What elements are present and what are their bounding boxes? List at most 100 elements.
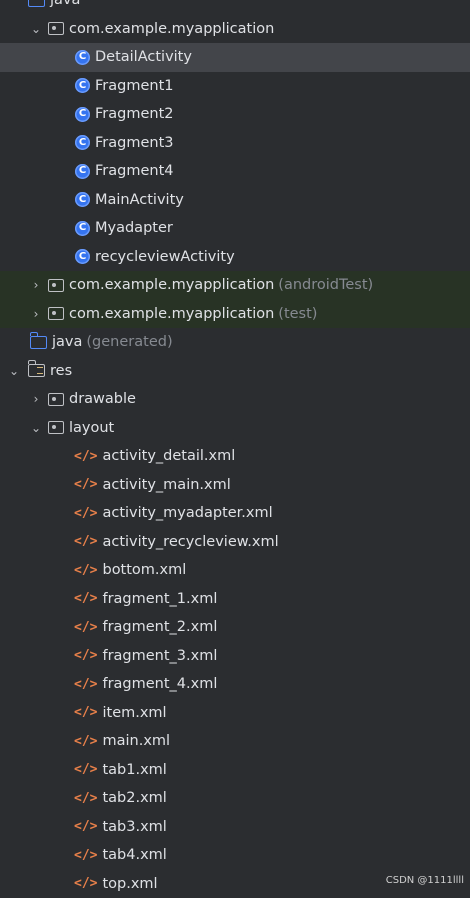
tree-node-label: Fragment2 bbox=[95, 106, 173, 122]
xml-file-icon: </> bbox=[74, 534, 97, 549]
class-icon: C bbox=[75, 107, 90, 122]
tree-node-class[interactable]: C Myadapter bbox=[0, 214, 470, 243]
class-icon: C bbox=[75, 249, 90, 264]
class-icon: C bbox=[75, 78, 90, 93]
tree-node-label: drawable bbox=[69, 391, 136, 407]
tree-node-package-androidtest[interactable]: › com.example.myapplication (androidTest… bbox=[0, 271, 470, 300]
watermark: CSDN @1111llll bbox=[386, 875, 464, 886]
chevron-down-icon[interactable]: ⌄ bbox=[28, 421, 44, 435]
tree-node-label: java bbox=[52, 334, 82, 350]
xml-file-icon: </> bbox=[74, 677, 97, 692]
chevron-right-icon[interactable]: › bbox=[28, 392, 44, 406]
tree-node-label: DetailActivity bbox=[95, 49, 192, 65]
tree-node-java-generated[interactable]: java (generated) bbox=[0, 328, 470, 357]
tree-node-label: res bbox=[50, 363, 72, 379]
chevron-down-icon[interactable]: ⌄ bbox=[28, 22, 44, 36]
tree-node-drawable[interactable]: › drawable bbox=[0, 385, 470, 414]
xml-file-icon: </> bbox=[74, 648, 97, 663]
tree-node-label: activity_main.xml bbox=[102, 477, 230, 493]
source-folder-icon bbox=[28, 0, 45, 7]
tree-node-class[interactable]: C DetailActivity bbox=[0, 43, 470, 72]
tree-node-xml-file[interactable]: </> bottom.xml bbox=[0, 556, 470, 585]
xml-file-icon: </> bbox=[74, 734, 97, 749]
tree-node-xml-file[interactable]: </> activity_recycleview.xml bbox=[0, 528, 470, 557]
xml-file-icon: </> bbox=[74, 791, 97, 806]
xml-file-icon: </> bbox=[74, 705, 97, 720]
chevron-down-icon[interactable]: ⌄ bbox=[6, 364, 22, 378]
package-icon bbox=[48, 22, 64, 35]
tree-node-label: layout bbox=[69, 420, 114, 436]
tree-node-hint: (test) bbox=[278, 306, 317, 322]
tree-node-label: activity_detail.xml bbox=[102, 448, 235, 464]
tree-node-class[interactable]: C Fragment4 bbox=[0, 157, 470, 186]
xml-file-icon: </> bbox=[74, 563, 97, 578]
tree-node-label: Myadapter bbox=[95, 220, 173, 236]
tree-node-package-test[interactable]: › com.example.myapplication (test) bbox=[0, 300, 470, 329]
tree-node-label: item.xml bbox=[102, 705, 166, 721]
project-tree: java ⌄ com.example.myapplication C Detai… bbox=[0, 0, 470, 898]
tree-node-xml-file[interactable]: </> fragment_2.xml bbox=[0, 613, 470, 642]
tree-node-layout[interactable]: ⌄ layout bbox=[0, 414, 470, 443]
tree-node-xml-file[interactable]: </> tab1.xml bbox=[0, 756, 470, 785]
tree-node-xml-file[interactable]: </> fragment_1.xml bbox=[0, 585, 470, 614]
tree-node-java[interactable]: java bbox=[0, 0, 470, 15]
package-icon bbox=[48, 279, 64, 292]
xml-file-icon: </> bbox=[74, 477, 97, 492]
tree-node-label: Fragment4 bbox=[95, 163, 173, 179]
tree-node-class[interactable]: C Fragment1 bbox=[0, 72, 470, 101]
tree-node-label: tab4.xml bbox=[102, 847, 166, 863]
tree-node-class[interactable]: C MainActivity bbox=[0, 186, 470, 215]
tree-node-xml-file[interactable]: </> activity_main.xml bbox=[0, 471, 470, 500]
tree-node-label: recycleviewActivity bbox=[95, 249, 235, 265]
xml-file-icon: </> bbox=[74, 591, 97, 606]
tree-node-label: com.example.myapplication bbox=[69, 21, 274, 37]
generated-folder-icon bbox=[30, 336, 47, 349]
tree-node-hint: (generated) bbox=[86, 334, 172, 350]
tree-node-label: fragment_3.xml bbox=[102, 648, 217, 664]
tree-node-label: tab2.xml bbox=[102, 790, 166, 806]
tree-node-label: com.example.myapplication bbox=[69, 277, 274, 293]
tree-node-xml-file[interactable]: </> item.xml bbox=[0, 699, 470, 728]
tree-node-label: top.xml bbox=[102, 876, 157, 892]
tree-node-label: bottom.xml bbox=[102, 562, 186, 578]
resource-folder-icon bbox=[28, 364, 45, 377]
tree-node-label: fragment_1.xml bbox=[102, 591, 217, 607]
xml-file-icon: </> bbox=[74, 506, 97, 521]
tree-node-xml-file[interactable]: </> main.xml bbox=[0, 727, 470, 756]
tree-node-label: tab3.xml bbox=[102, 819, 166, 835]
tree-node-hint: (androidTest) bbox=[278, 277, 373, 293]
tree-node-xml-file[interactable]: </> fragment_3.xml bbox=[0, 642, 470, 671]
tree-node-label: com.example.myapplication bbox=[69, 306, 274, 322]
tree-node-label: MainActivity bbox=[95, 192, 184, 208]
tree-node-res[interactable]: ⌄ res bbox=[0, 357, 470, 386]
chevron-right-icon[interactable]: › bbox=[28, 307, 44, 321]
tree-node-class[interactable]: C Fragment2 bbox=[0, 100, 470, 129]
tree-node-label: activity_myadapter.xml bbox=[102, 505, 272, 521]
tree-node-class[interactable]: C recycleviewActivity bbox=[0, 243, 470, 272]
xml-file-icon: </> bbox=[74, 449, 97, 464]
tree-node-class[interactable]: C Fragment3 bbox=[0, 129, 470, 158]
xml-file-icon: </> bbox=[74, 848, 97, 863]
tree-node-xml-file[interactable]: </> activity_myadapter.xml bbox=[0, 499, 470, 528]
folder-icon bbox=[48, 393, 64, 406]
tree-node-label: Fragment1 bbox=[95, 78, 173, 94]
tree-node-xml-file[interactable]: </> tab2.xml bbox=[0, 784, 470, 813]
tree-node-xml-file[interactable]: </> tab3.xml bbox=[0, 813, 470, 842]
tree-node-label: fragment_4.xml bbox=[102, 676, 217, 692]
package-icon bbox=[48, 307, 64, 320]
class-icon: C bbox=[75, 50, 90, 65]
tree-node-xml-file[interactable]: </> activity_detail.xml bbox=[0, 442, 470, 471]
class-icon: C bbox=[75, 164, 90, 179]
tree-node-label: Fragment3 bbox=[95, 135, 173, 151]
class-icon: C bbox=[75, 192, 90, 207]
tree-node-label: java bbox=[50, 0, 80, 8]
folder-icon bbox=[48, 421, 64, 434]
chevron-right-icon[interactable]: › bbox=[28, 278, 44, 292]
tree-node-label: tab1.xml bbox=[102, 762, 166, 778]
tree-node-xml-file[interactable]: </> tab4.xml bbox=[0, 841, 470, 870]
xml-file-icon: </> bbox=[74, 620, 97, 635]
tree-node-label: activity_recycleview.xml bbox=[102, 534, 278, 550]
tree-node-xml-file[interactable]: </> fragment_4.xml bbox=[0, 670, 470, 699]
tree-node-package-main[interactable]: ⌄ com.example.myapplication bbox=[0, 15, 470, 44]
class-icon: C bbox=[75, 135, 90, 150]
